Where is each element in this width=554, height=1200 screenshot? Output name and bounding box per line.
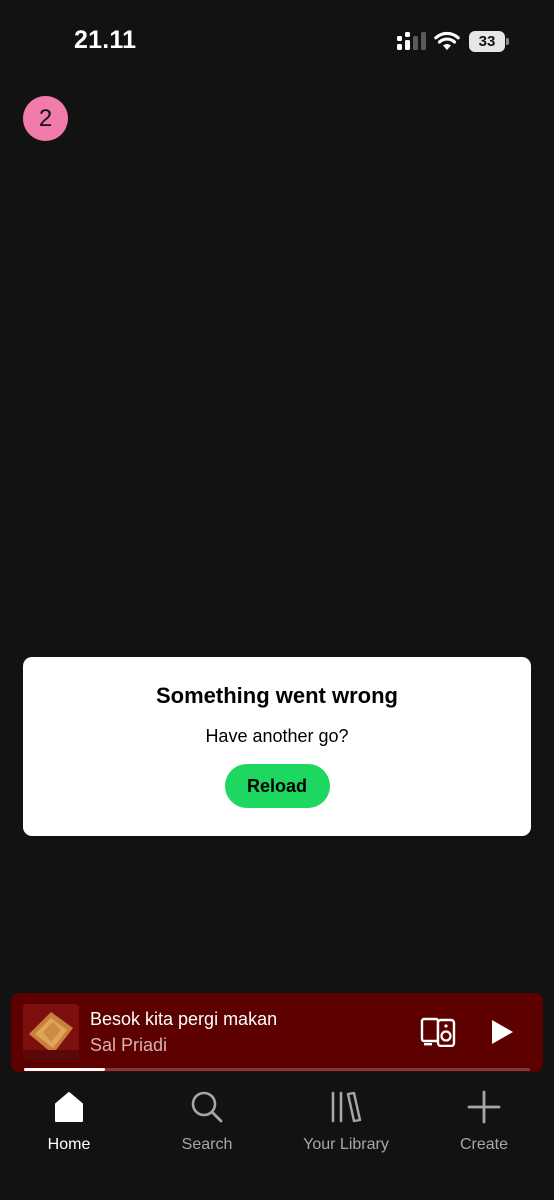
track-title[interactable]: Besok kita pergi makan xyxy=(90,1009,277,1030)
battery-cap xyxy=(506,38,509,45)
nav-label-library: Your Library xyxy=(303,1136,389,1153)
error-title: Something went wrong xyxy=(156,683,398,708)
home-screen: 21.11 33 2 Something went wrong Have ano… xyxy=(0,0,554,1200)
home-icon xyxy=(55,1092,83,1122)
album-art[interactable] xyxy=(23,1004,79,1060)
plus-icon xyxy=(467,1090,501,1124)
playback-progress-track[interactable] xyxy=(24,1068,530,1071)
cellular-signal-icon xyxy=(397,32,426,50)
album-art-image xyxy=(23,1004,79,1060)
playback-progress-fill xyxy=(24,1068,105,1071)
now-playing-bar[interactable]: Besok kita pergi makan Sal Priadi xyxy=(11,993,543,1072)
nav-item-library[interactable]: Your Library xyxy=(277,1090,415,1160)
reload-button[interactable]: Reload xyxy=(224,764,330,808)
battery-indicator: 33 xyxy=(469,31,509,52)
nav-label-create: Create xyxy=(459,1136,509,1153)
track-artist[interactable]: Sal Priadi xyxy=(90,1035,167,1056)
status-bar: 21.11 33 xyxy=(0,0,554,84)
nav-item-create[interactable]: Create xyxy=(415,1090,553,1160)
wifi-icon xyxy=(434,31,460,50)
battery-level: 33 xyxy=(469,31,505,52)
search-icon xyxy=(191,1091,223,1123)
status-time: 21.11 xyxy=(74,26,137,54)
nav-label-home: Home xyxy=(47,1136,91,1153)
connect-devices-icon[interactable] xyxy=(420,1017,456,1047)
play-icon[interactable] xyxy=(489,1018,515,1046)
bottom-nav: Home Search Your Library Create xyxy=(0,1076,554,1200)
error-subtitle: Have another go? xyxy=(205,726,349,746)
nav-item-home[interactable]: Home xyxy=(0,1090,138,1160)
library-icon xyxy=(331,1091,362,1123)
nav-item-search[interactable]: Search xyxy=(138,1090,276,1160)
profile-avatar[interactable]: 2 xyxy=(23,96,68,141)
nav-label-search: Search xyxy=(181,1136,233,1153)
error-card: Something went wrong Have another go? Re… xyxy=(23,657,531,836)
